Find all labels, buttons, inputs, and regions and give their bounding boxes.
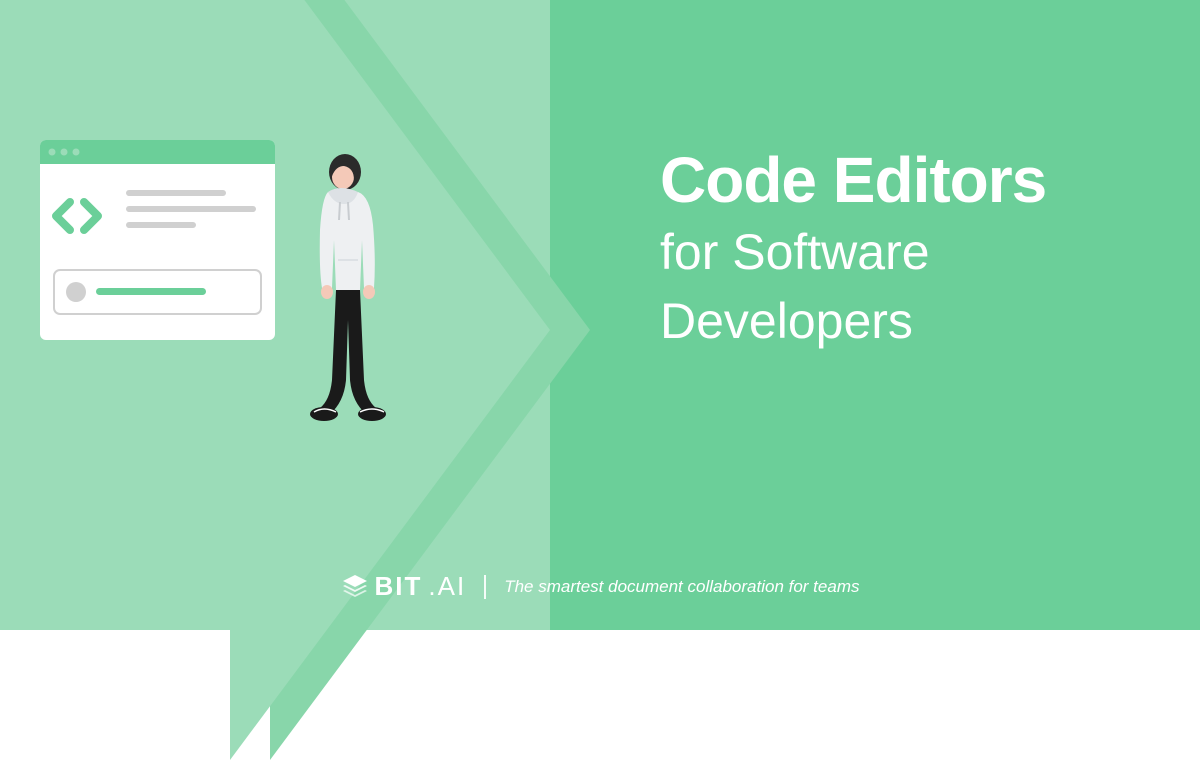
stack-icon [341,573,369,601]
footer-divider [484,575,486,599]
illustration-scene [40,130,440,450]
tagline: The smartest document collaboration for … [504,577,859,597]
headline: Code Editors for Software Developers [660,145,1046,352]
headline-line-1: for Software [660,221,1046,284]
headline-bold: Code Editors [660,145,1046,215]
brand-suffix: .AI [428,571,466,602]
brand-logo: BIT.AI [341,571,467,602]
code-window-person-illustration [40,130,440,450]
headline-line-2: Developers [660,290,1046,353]
footer: BIT.AI The smartest document collaborati… [0,571,1200,602]
brand-name: BIT [375,571,423,602]
